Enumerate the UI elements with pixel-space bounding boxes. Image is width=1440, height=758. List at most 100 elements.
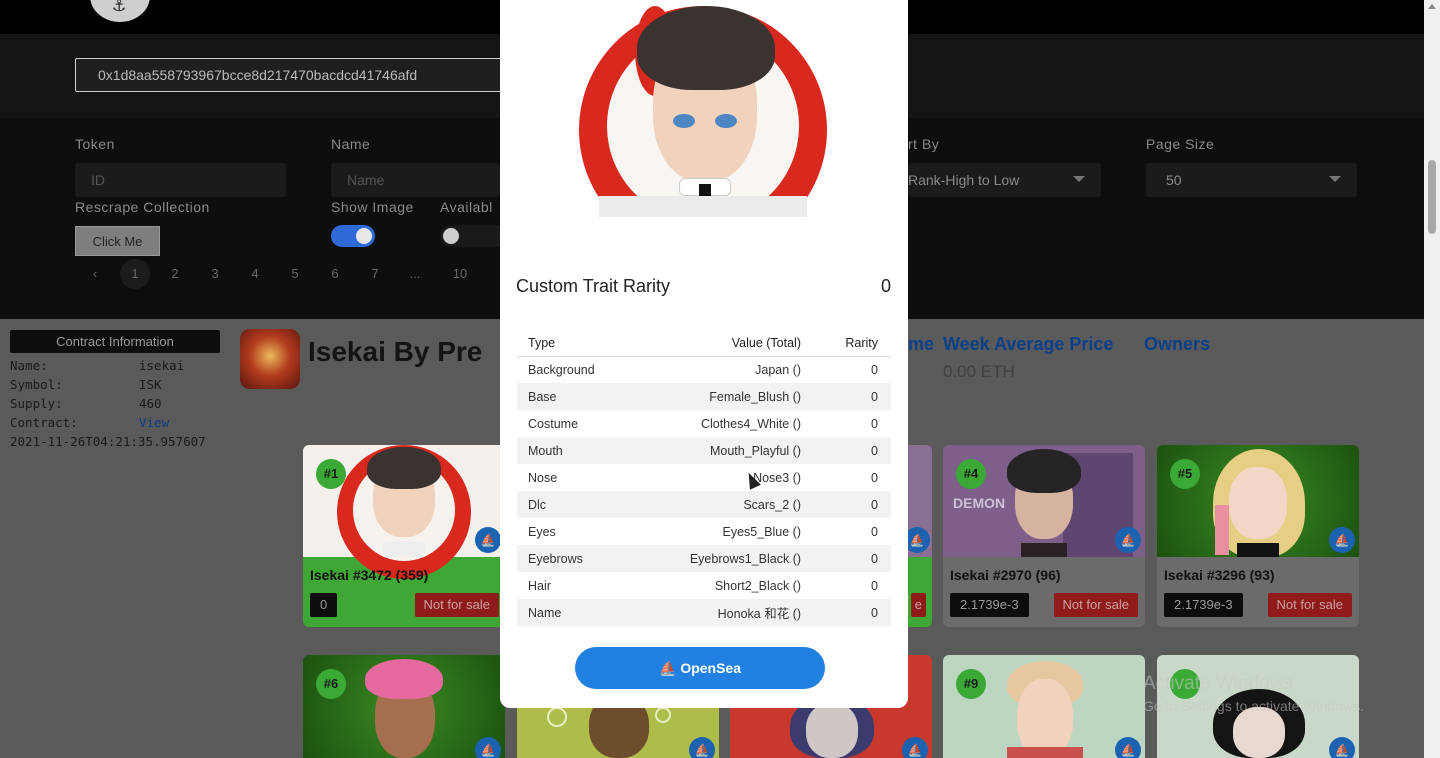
trait-row: Hair Short2_Black () 0 bbox=[517, 572, 891, 599]
collection-title: Isekai By Pre bbox=[308, 336, 483, 367]
contract-key: Symbol: bbox=[10, 377, 63, 392]
rank-badge: #1 bbox=[316, 459, 346, 489]
nft-name: Isekai #2970 (96) bbox=[950, 567, 1061, 583]
trait-row: Costume Clothes4_White () 0 bbox=[517, 410, 891, 437]
trait-row: Mouth Mouth_Playful () 0 bbox=[517, 437, 891, 464]
show-image-toggle[interactable] bbox=[331, 225, 375, 247]
trait-value: Short2_Black () bbox=[714, 578, 801, 593]
contract-view-link[interactable]: View bbox=[139, 413, 169, 432]
available-toggle[interactable] bbox=[440, 225, 500, 247]
trait-rarity: 0 bbox=[871, 470, 878, 485]
week-average-price-value: 0.00 ETH bbox=[943, 362, 1015, 381]
page-link-1[interactable]: 1 bbox=[120, 259, 150, 289]
sort-by-select[interactable]: Rank-High to Low bbox=[908, 163, 1101, 197]
contract-row-supply: Supply: 460 bbox=[10, 394, 220, 413]
trait-rarity: 0 bbox=[871, 578, 878, 593]
nft-name: Isekai #3472 (359) bbox=[310, 567, 429, 583]
trait-row: Name Honoka 和花 () 0 bbox=[517, 599, 891, 626]
page-ellipsis: ... bbox=[409, 266, 421, 281]
page-link-5[interactable]: 5 bbox=[280, 266, 310, 281]
page-size-label: Page Size bbox=[1146, 136, 1215, 152]
trait-value: Japan () bbox=[755, 362, 801, 377]
trait-rarity: 0 bbox=[815, 437, 891, 464]
opensea-ship-icon[interactable]: ⛵ bbox=[1329, 527, 1355, 553]
contract-value: 460 bbox=[139, 396, 162, 411]
trait-value: Nose3 () bbox=[753, 470, 801, 485]
trait-row: Background Japan () 0 bbox=[517, 356, 891, 383]
nft-card[interactable]: #1 ⛵ Isekai #3472 (359) 0 Not for sale bbox=[303, 445, 505, 627]
owners-label: Owners bbox=[1144, 334, 1211, 354]
scrollbar-thumb[interactable] bbox=[1428, 160, 1436, 234]
page-link-7[interactable]: 7 bbox=[360, 266, 390, 281]
opensea-ship-icon[interactable]: ⛵ bbox=[475, 737, 501, 758]
trait-value: Scars_2 () bbox=[667, 491, 815, 518]
nft-detail-image bbox=[579, 6, 827, 217]
page-link-2[interactable]: 2 bbox=[160, 266, 190, 281]
trait-rarity: 0 bbox=[815, 545, 891, 572]
trait-type: Costume bbox=[528, 416, 579, 431]
opensea-ship-icon[interactable]: ⛵ bbox=[1115, 527, 1141, 553]
opensea-button[interactable]: ⛵ OpenSea bbox=[575, 647, 825, 689]
trait-value: Eyes5_Blue () bbox=[722, 524, 801, 539]
opensea-ship-icon[interactable]: ⛵ bbox=[475, 527, 501, 553]
trait-type: Eyes bbox=[528, 524, 556, 539]
page-size-value: 50 bbox=[1166, 172, 1182, 188]
contract-key: Name: bbox=[10, 358, 48, 373]
page-link-3[interactable]: 3 bbox=[200, 266, 230, 281]
rescrape-label: Rescrape Collection bbox=[75, 199, 210, 215]
contract-value: isekai bbox=[139, 358, 185, 373]
page-scrollbar[interactable] bbox=[1424, 0, 1440, 758]
page-link-6[interactable]: 6 bbox=[320, 266, 350, 281]
rescrape-button[interactable]: Click Me bbox=[75, 226, 160, 256]
price-badge: 2.1739e-3 bbox=[1164, 593, 1243, 617]
stat-fragment-label: me bbox=[908, 334, 935, 354]
trait-type: Background bbox=[528, 362, 595, 377]
trait-row: Eyes Eyes5_Blue () 0 bbox=[517, 518, 891, 545]
trait-type: Base bbox=[517, 383, 667, 410]
page-link-4[interactable]: 4 bbox=[240, 266, 270, 281]
column-header-rarity: Rarity bbox=[815, 330, 891, 357]
sale-status: e bbox=[910, 593, 926, 617]
name-input[interactable]: Name bbox=[331, 163, 500, 197]
ship-logo-icon[interactable]: ⚓ bbox=[90, 0, 150, 22]
column-header-value: Value (Total) bbox=[667, 330, 815, 357]
available-label: Availabl bbox=[440, 199, 493, 215]
column-header-type: Type bbox=[517, 330, 667, 357]
trait-row: Nose Nose3 () 0 bbox=[517, 464, 891, 491]
opensea-ship-icon[interactable]: ⛵ bbox=[1329, 737, 1355, 758]
rank-badge: #9 bbox=[956, 669, 986, 699]
contract-address-input[interactable]: 0x1d8aa558793967bcce8d217470bacdcd41746a… bbox=[75, 58, 555, 92]
opensea-ship-icon: ⛵ bbox=[658, 659, 681, 676]
trait-rarity: 0 bbox=[871, 524, 878, 539]
page-link-10[interactable]: 10 bbox=[445, 266, 475, 281]
nft-card[interactable]: #9 ⛵ bbox=[943, 655, 1145, 758]
opensea-ship-icon[interactable]: ⛵ bbox=[902, 737, 928, 758]
opensea-ship-icon[interactable]: ⛵ bbox=[1115, 737, 1141, 758]
sale-status: Not for sale bbox=[1053, 593, 1138, 617]
rank-badge: #5 bbox=[1170, 459, 1200, 489]
trait-row: Base Female_Blush () 0 bbox=[517, 383, 891, 410]
nft-card[interactable]: DEMON #4 ⛵ Isekai #2970 (96) 2.1739e-3 N… bbox=[943, 445, 1145, 627]
name-label: Name bbox=[331, 136, 371, 152]
show-image-label: Show Image bbox=[331, 199, 414, 215]
toggle-knob bbox=[356, 228, 372, 244]
sale-status: Not for sale bbox=[1267, 593, 1352, 617]
page-size-select[interactable]: 50 bbox=[1146, 163, 1357, 197]
scroll-up-arrow-icon[interactable] bbox=[1428, 4, 1436, 9]
week-average-price-label: Week Average Price bbox=[943, 334, 1114, 354]
contract-value: ISK bbox=[139, 377, 162, 392]
chevron-down-icon bbox=[1073, 176, 1085, 182]
contract-key: Supply: bbox=[10, 396, 63, 411]
trait-value: Clothes4_White () bbox=[700, 416, 801, 431]
trait-rarity-modal: Custom Trait Rarity 0 Type Value (Total)… bbox=[500, 0, 908, 708]
prev-page-button[interactable]: ‹ bbox=[80, 266, 110, 281]
nft-card[interactable]: ⛵ e bbox=[908, 445, 932, 627]
token-id-input[interactable]: ID bbox=[75, 163, 286, 197]
trait-value: Mouth_Playful () bbox=[667, 437, 815, 464]
nft-card[interactable]: #5 ⛵ Isekai #3296 (93) 2.1739e-3 Not for… bbox=[1157, 445, 1359, 627]
nft-card[interactable]: #6 ⛵ bbox=[303, 655, 505, 758]
opensea-ship-icon[interactable]: ⛵ bbox=[689, 737, 715, 758]
trait-value: Female_Blush () bbox=[667, 383, 815, 410]
rank-badge: #4 bbox=[956, 459, 986, 489]
trait-rarity: 0 bbox=[871, 362, 878, 377]
